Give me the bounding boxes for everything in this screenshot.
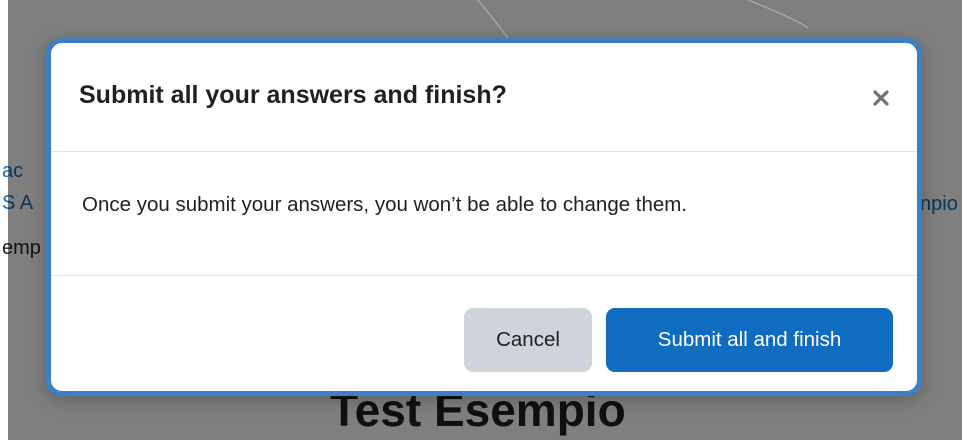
dialog-message: Once you submit your answers, you won’t … <box>82 193 688 216</box>
cancel-button[interactable]: Cancel <box>464 308 592 372</box>
submit-all-and-finish-button[interactable]: Submit all and finish <box>606 308 893 372</box>
dialog-body: Once you submit your answers, you won’t … <box>51 152 917 276</box>
dialog-header: Submit all your answers and finish? <box>51 43 917 152</box>
confirm-submit-dialog: Submit all your answers and finish? Once… <box>46 38 922 396</box>
dialog-footer: Cancel Submit all and finish <box>51 276 917 391</box>
dialog-title: Submit all your answers and finish? <box>79 81 507 109</box>
close-button[interactable] <box>867 84 895 112</box>
close-icon <box>873 90 889 106</box>
